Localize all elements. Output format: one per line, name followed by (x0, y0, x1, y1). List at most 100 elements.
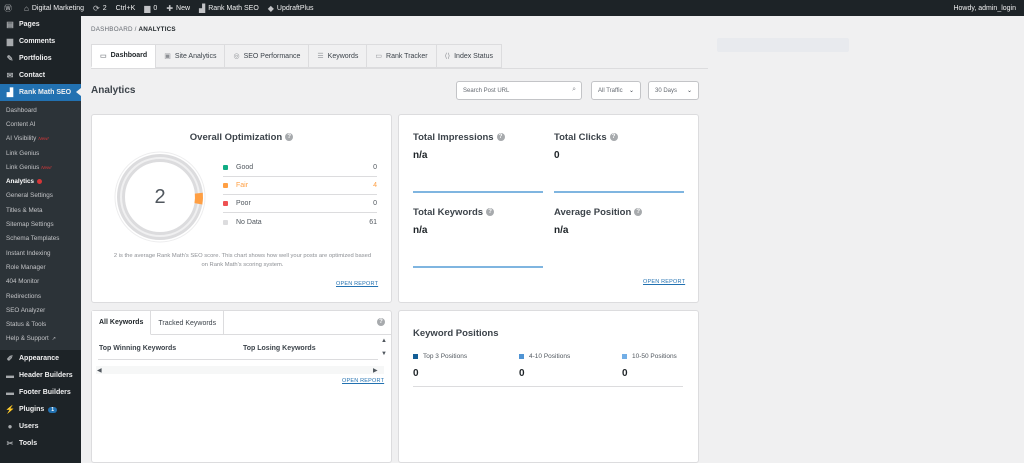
submenu-analytics[interactable]: Analytics (0, 174, 81, 188)
submenu-role-manager[interactable]: Role Manager (0, 260, 81, 274)
menu-tools[interactable]: ✂ Tools (0, 435, 81, 452)
search-post-url-input[interactable]: Search Post URL ⌕ (456, 81, 582, 100)
top-losing-keywords-header: Top Losing Keywords (243, 345, 316, 352)
comments-icon: ▆ (6, 37, 14, 46)
submenu-status-tools[interactable]: Status & Tools (0, 317, 81, 331)
search-icon[interactable]: ⌕ (572, 86, 576, 94)
menu-label: Pages (19, 21, 40, 28)
days-select[interactable]: 30 Days ⌄ (648, 81, 699, 100)
plus-icon: ✚ (166, 3, 174, 13)
tab-site-analytics[interactable]: ▣ Site Analytics (155, 44, 225, 68)
scroll-right-arrow-icon[interactable]: ▶ (373, 367, 378, 374)
updraft-link[interactable]: ◆ UpdraftPlus (268, 4, 314, 13)
plugins-update-badge: 1 (48, 406, 58, 413)
help-icon[interactable]: ? (634, 208, 643, 217)
menu-pages[interactable]: ▤ Pages (0, 16, 81, 33)
menu-label: Tools (19, 440, 38, 448)
help-icon[interactable]: ? (285, 133, 294, 142)
submenu-general-settings[interactable]: General Settings (0, 189, 81, 203)
tab-tracked-keywords[interactable]: Tracked Keywords (151, 311, 225, 335)
stat-label-text: Total Keywords (413, 207, 484, 218)
traffic-select[interactable]: All Traffic ⌄ (591, 81, 641, 100)
submenu-help-support[interactable]: Help & Support ↗ (0, 332, 81, 346)
scroll-down-arrow-icon[interactable]: ▼ (381, 351, 387, 357)
card-title-text: Overall Optimization (189, 132, 283, 143)
menu-portfolios[interactable]: ✎ Portfolios (0, 50, 81, 67)
menu-footer-builders[interactable]: ▬ Footer Builders (0, 384, 81, 401)
help-icon[interactable]: ? (486, 208, 495, 217)
breadcrumb-parent[interactable]: DASHBOARD (91, 26, 133, 33)
submenu-content-ai[interactable]: Content AI (0, 117, 81, 131)
rank-math-icon: ▟ (199, 3, 206, 13)
tab-index-status[interactable]: ⟨⟩ Index Status (435, 44, 503, 68)
scroll-up-arrow-icon[interactable]: ▲ (381, 338, 387, 344)
submenu-sitemap-settings[interactable]: Sitemap Settings (0, 217, 81, 231)
wrench-icon: ✂ (6, 439, 14, 449)
tab-all-keywords[interactable]: All Keywords (92, 311, 152, 335)
tab-keywords[interactable]: ☰ Keywords (308, 44, 367, 68)
submenu-dashboard[interactable]: Dashboard (0, 103, 81, 117)
average-score: 2 (154, 185, 166, 208)
tab-label: Site Analytics (174, 52, 217, 60)
submenu-redirections[interactable]: Redirections (0, 289, 81, 303)
horizontal-scrollbar[interactable] (96, 366, 384, 374)
command-palette-button[interactable]: Ctrl+K (116, 5, 136, 12)
plugin-icon: ⚡ (5, 405, 15, 415)
open-report-link[interactable]: OPEN REPORT (336, 281, 378, 287)
menu-label: Portfolios (19, 55, 52, 62)
submenu-link-genius[interactable]: Link Genius (0, 146, 81, 160)
my-account-link[interactable]: Howdy, admin_login (953, 5, 1016, 12)
submenu-instant-indexing[interactable]: Instant Indexing (0, 246, 81, 260)
submenu-404-monitor[interactable]: 404 Monitor (0, 275, 81, 289)
menu-header-builders[interactable]: ▬ Header Builders (0, 367, 81, 384)
monitor-icon: ▭ (100, 52, 107, 60)
menu-users[interactable]: ● Users (0, 418, 81, 435)
submenu-link-genius-new[interactable]: Link Genius New! (0, 160, 81, 174)
menu-label: Users (19, 423, 39, 431)
help-icon[interactable]: ? (496, 133, 505, 142)
submenu-ai-visibility[interactable]: AI Visibility New! (0, 132, 81, 146)
menu-comments[interactable]: ▆ Comments (0, 33, 81, 50)
help-icon[interactable]: ? (609, 133, 618, 142)
new-tag: New! (38, 136, 49, 142)
scroll-left-arrow-icon[interactable]: ◀ (97, 367, 102, 374)
tab-rank-tracker[interactable]: ▭ Rank Tracker (366, 44, 436, 68)
menu-plugins[interactable]: ⚡ Plugins 1 (0, 401, 81, 418)
days-select-value: 30 Days (655, 87, 678, 94)
open-report-link[interactable]: OPEN REPORT (643, 279, 685, 285)
menu-rank-math-seo[interactable]: ▟ Rank Math SEO (0, 84, 81, 101)
submenu-label: Instant Indexing (6, 249, 51, 257)
site-name-link[interactable]: ⌂ Digital Marketing (24, 4, 84, 13)
submenu-seo-analyzer[interactable]: SEO Analyzer (0, 303, 81, 317)
tab-dashboard[interactable]: ▭ Dashboard (91, 44, 156, 68)
menu-contact[interactable]: ✉ Contact (0, 67, 81, 84)
updates-link[interactable]: ⟳ 2 (93, 4, 107, 13)
open-report-link[interactable]: OPEN REPORT (342, 378, 384, 384)
overall-optimization-card: Overall Optimization? 2 Good 0 Fair 4 Poor… (91, 114, 392, 303)
average-position-label: Average Position? (554, 207, 643, 218)
submenu-titles-meta[interactable]: Titles & Meta (0, 203, 81, 217)
submenu-schema-templates[interactable]: Schema Templates (0, 232, 81, 246)
rank-math-adminbar-link[interactable]: ▟ Rank Math SEO (199, 4, 259, 13)
submenu-label: General Settings (6, 192, 53, 200)
monitor-icon: ▭ (375, 53, 383, 60)
legend-poor: Poor 0 (223, 195, 377, 213)
tab-seo-performance[interactable]: ◎ SEO Performance (224, 44, 309, 68)
menu-label: Contact (19, 72, 46, 79)
menu-appearance[interactable]: ✐ Appearance (0, 350, 81, 367)
tab-label: Index Status (454, 52, 494, 60)
submenu-label: Status & Tools (6, 321, 47, 329)
optimization-description: 2 is the average Rank Math's SEO score. … (113, 253, 372, 268)
legend-10-50: 10-50 Positions (622, 353, 677, 360)
comments-link[interactable]: ▆ 0 (144, 4, 157, 13)
total-clicks-label: Total Clicks? (554, 132, 618, 143)
submenu-label: Role Manager (6, 263, 46, 271)
legend-swatch (223, 165, 228, 170)
10-50-positions-value: 0 (622, 368, 628, 379)
legend-no-data: No Data 61 (223, 213, 377, 231)
external-link-icon: ↗ (51, 335, 56, 342)
wordpress-logo[interactable]: Ⓦ (4, 3, 15, 14)
new-content-link[interactable]: ✚ New (166, 4, 190, 13)
help-icon[interactable]: ? (377, 318, 385, 326)
breadcrumb-current: ANALYTICS (138, 26, 176, 33)
